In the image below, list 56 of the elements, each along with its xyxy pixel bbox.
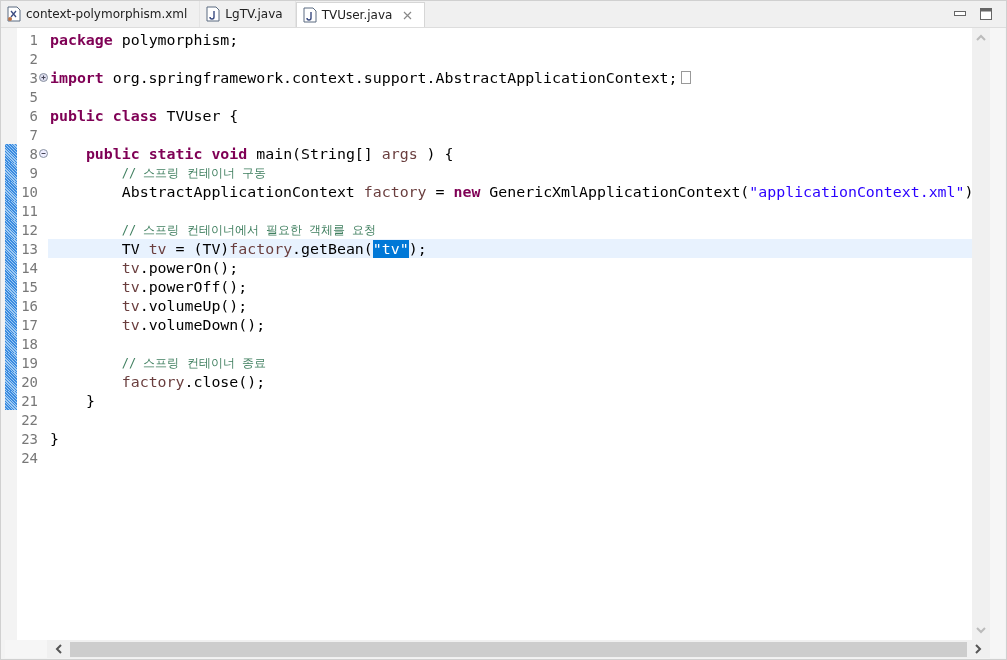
maximize-icon[interactable] — [980, 8, 992, 20]
code-line: } — [85, 391, 95, 410]
line-number: 19 — [21, 354, 38, 371]
scroll-right-icon[interactable] — [975, 644, 982, 654]
line-number: 18 — [21, 335, 38, 352]
editor-tab[interactable]: TVUser.java — [295, 2, 426, 27]
editor-tab[interactable]: LgTV.java — [200, 1, 296, 27]
line-number: 16 — [21, 297, 38, 314]
line-number: 5 — [29, 88, 38, 105]
code-line: TV tv = (TV)factory.getBean("tv"); — [121, 239, 427, 258]
close-icon[interactable] — [403, 10, 413, 20]
line-number: 8 — [29, 145, 38, 162]
line-number: 11 — [21, 202, 38, 219]
line-number: 14 — [21, 259, 38, 276]
xml-file-icon — [7, 6, 21, 22]
line-number: 7 — [29, 126, 38, 143]
code-line: tv.volumeUp(); — [121, 296, 248, 315]
line-number: 13 — [21, 240, 38, 257]
line-number: 24 — [21, 449, 38, 466]
java-file-icon — [206, 6, 221, 22]
line-number: 22 — [21, 411, 38, 428]
code-line: // 스프링 컨테이너 종료 — [121, 355, 266, 372]
line-number: 6 — [29, 107, 38, 124]
code-line: // 스프링 컨테이너 구동 — [121, 165, 266, 182]
line-number: 3 — [29, 69, 38, 86]
code-line: tv.powerOn(); — [121, 258, 239, 277]
line-number: 15 — [21, 278, 38, 295]
code-line: } — [50, 429, 59, 448]
code-line: tv.powerOff(); — [121, 277, 248, 296]
line-number: 9 — [29, 164, 38, 181]
scroll-left-icon[interactable] — [55, 644, 62, 654]
line-number: 2 — [29, 50, 38, 67]
code-line: tv.volumeDown(); — [121, 315, 266, 334]
code-line: public static void main(String[] args ) { — [85, 144, 454, 163]
code-line: AbstractApplicationContext factory = new GenericXmlApplicationContext("applicationContext.xml") — [121, 182, 972, 201]
line-number: 21 — [21, 392, 38, 409]
collapse-icon[interactable] — [38, 149, 48, 158]
code-line: factory.close(); — [121, 372, 266, 391]
horizontal-scrollbar[interactable] — [47, 640, 990, 658]
line-number: 20 — [21, 373, 38, 390]
code-line: // 스프링 컨테이너에서 필요한 객체를 요청 — [121, 222, 377, 239]
folded-code-icon[interactable] — [680, 71, 691, 84]
code-line: import org.springframework.context.support.AbstractApplicationContext; — [50, 68, 678, 87]
line-number: 12 — [21, 221, 38, 238]
line-number: 10 — [21, 183, 38, 200]
line-number: 1 — [29, 31, 38, 48]
code-line: package polymorphism; — [50, 30, 239, 49]
java-file-icon — [302, 7, 317, 23]
text-selection: "tv" — [372, 239, 409, 258]
line-number: 23 — [21, 430, 38, 447]
code-line: public class TVUser { — [50, 106, 239, 125]
scrollbar-thumb[interactable] — [70, 641, 967, 657]
line-number: 17 — [21, 316, 38, 333]
minimize-icon[interactable] — [954, 11, 966, 17]
expand-icon[interactable] — [38, 73, 48, 82]
editor-tab[interactable]: context-polymorphism.xml — [1, 1, 201, 27]
